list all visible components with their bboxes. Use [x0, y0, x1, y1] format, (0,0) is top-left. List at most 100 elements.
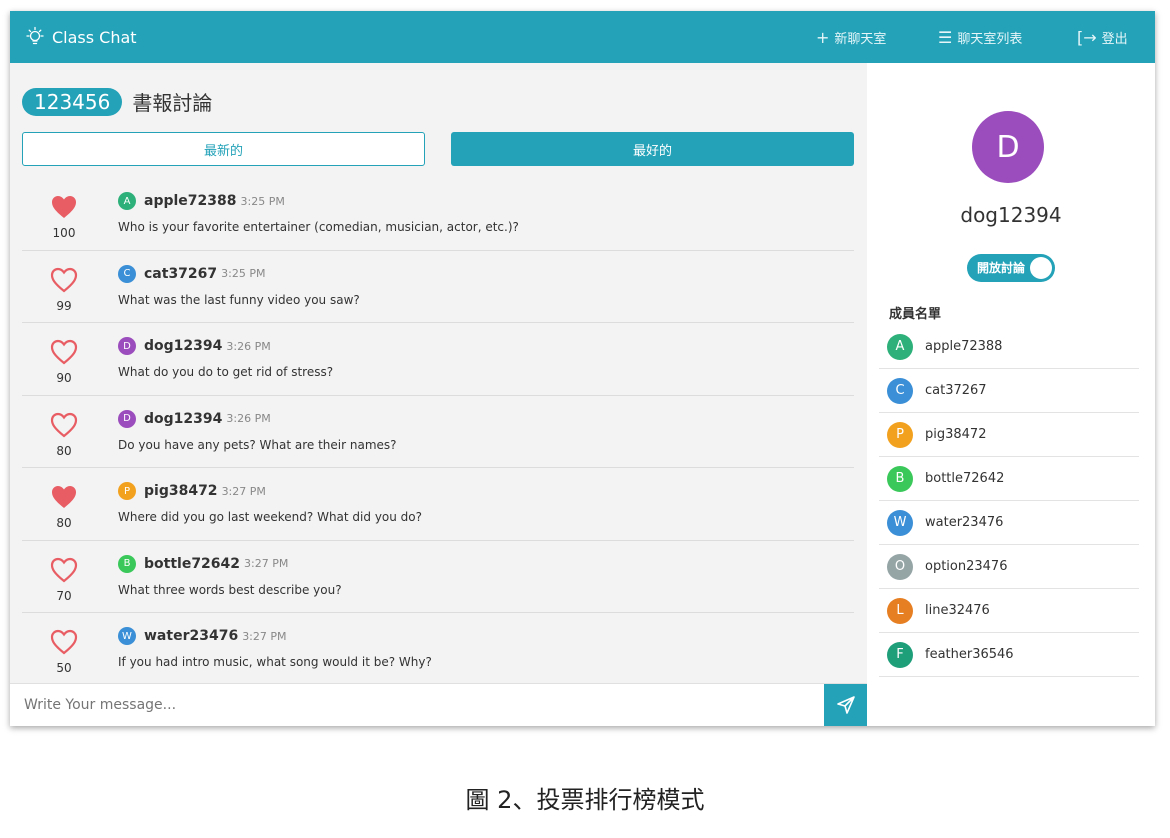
message-list: 100 Aapple72388 3:25 PM Who is your favorit…: [22, 178, 854, 686]
member-avatar: A: [887, 333, 913, 360]
user-avatar: W: [118, 627, 136, 645]
message-meta: Wwater23476 3:27 PM: [118, 627, 287, 645]
message-meta: Aapple72388 3:25 PM: [118, 192, 285, 210]
room-title: 書報討論: [132, 91, 213, 115]
member-avatar: B: [887, 465, 913, 492]
members-heading: 成員名單: [889, 307, 942, 322]
message-text: What was the last funny video you saw?: [118, 292, 360, 307]
brand-name: Class Chat: [52, 27, 137, 47]
heart-filled-icon[interactable]: [50, 194, 78, 220]
list-icon: ☰: [938, 27, 953, 47]
member-item[interactable]: Ccat37267: [879, 369, 1139, 413]
vote-count: 90: [56, 371, 72, 385]
navbar: Class Chat + 新聊天室 ☰ 聊天室列表 [→ 登出: [10, 11, 1155, 63]
user-avatar: D: [118, 337, 136, 355]
member-name: line32476: [925, 603, 990, 618]
heart-filled-icon[interactable]: [50, 484, 78, 510]
heart-outline-icon[interactable]: [50, 339, 78, 365]
app-window: Class Chat + 新聊天室 ☰ 聊天室列表 [→ 登出 123456 書…: [10, 11, 1155, 726]
message-username: pig38472: [144, 483, 218, 499]
send-button[interactable]: [824, 684, 867, 726]
member-item[interactable]: Ppig38472: [879, 413, 1139, 457]
user-avatar: C: [118, 264, 136, 283]
brand[interactable]: Class Chat: [24, 11, 137, 63]
message-text: What do you do to get rid of stress?: [118, 365, 334, 379]
heart-outline-icon[interactable]: [50, 267, 78, 293]
message-text: If you had intro music, what song would …: [118, 655, 432, 669]
message-row: 50 Wwater23476 3:27 PM If you had intro mus…: [22, 613, 854, 686]
message-username: bottle72642: [144, 555, 241, 572]
chat-panel: 123456 書報討論 最新的 最好的 100 Aapple72388 3:25 P…: [10, 63, 867, 726]
message-text: Who is your favorite entertainer (comedi…: [118, 220, 519, 234]
message-meta: Bbottle72642 3:27 PM: [118, 554, 289, 573]
message-username: dog12394: [144, 338, 223, 354]
member-name: feather36546: [925, 647, 1014, 662]
message-username: apple72388: [144, 193, 237, 209]
lightbulb-icon: [26, 26, 44, 45]
message-row: 70 Bbottle72642 3:27 PM What three words be…: [22, 541, 854, 613]
vote-count: 50: [56, 661, 72, 675]
member-name: option23476: [925, 559, 1008, 574]
message-meta: Ddog12394 3:26 PM: [118, 409, 271, 428]
message-time: 3:27 PM: [242, 629, 287, 643]
member-list: Aapple72388 Ccat37267 Ppig38472 Bbottle7264…: [879, 325, 1139, 677]
message-username: cat37267: [144, 265, 218, 282]
message-row: 80 Ddog12394 3:26 PM Do you have any pets? …: [22, 396, 854, 468]
vote-count: 80: [56, 516, 72, 530]
member-name: pig38472: [925, 427, 987, 442]
user-avatar: D: [118, 409, 136, 428]
tab-best[interactable]: 最好的: [451, 132, 854, 166]
member-item[interactable]: Aapple72388: [879, 325, 1139, 369]
member-item[interactable]: Ooption23476: [879, 545, 1139, 589]
message-row: 90 Ddog12394 3:26 PM What do you do to get …: [22, 323, 854, 396]
tab-latest[interactable]: 最新的: [22, 132, 425, 166]
message-meta: Ccat37267 3:25 PM: [118, 264, 266, 283]
room-header: 123456 書報討論: [22, 87, 212, 116]
member-name: bottle72642: [925, 471, 1005, 486]
logout-icon: [→: [1077, 27, 1097, 47]
member-avatar: C: [887, 377, 913, 404]
heart-outline-icon[interactable]: [50, 412, 78, 438]
send-icon: [836, 696, 855, 714]
message-time: 3:25 PM: [240, 194, 285, 208]
composer: [10, 683, 867, 726]
message-row: 99 Ccat37267 3:25 PM What was the last funn…: [22, 251, 854, 323]
message-time: 3:26 PM: [226, 339, 271, 353]
toggle-knob: [1030, 257, 1052, 279]
room-id-badge: 123456: [22, 87, 123, 116]
vote-count: 80: [56, 443, 72, 458]
message-row: 80 Ppig38472 3:27 PM Where did you go last …: [22, 468, 854, 541]
current-user-avatar: D: [972, 111, 1044, 183]
member-item[interactable]: Lline32476: [879, 589, 1139, 633]
vote-count: 99: [56, 298, 72, 313]
member-item[interactable]: Wwater23476: [879, 501, 1139, 545]
new-room-label: 新聊天室: [834, 31, 887, 47]
member-name: cat37267: [925, 383, 987, 398]
open-discussion-toggle[interactable]: 開放討論: [967, 254, 1055, 282]
message-username: dog12394: [144, 410, 223, 427]
vote-count: 100: [52, 226, 76, 240]
member-avatar: F: [887, 641, 913, 668]
heart-outline-icon[interactable]: [50, 557, 78, 583]
room-list-label: 聊天室列表: [957, 31, 1023, 47]
message-username: water23476: [144, 628, 239, 644]
message-text: What three words best describe you?: [118, 582, 342, 597]
plus-icon: +: [816, 27, 830, 47]
member-avatar: W: [887, 509, 913, 536]
member-item[interactable]: Bbottle72642: [879, 457, 1139, 501]
member-name: water23476: [925, 515, 1004, 530]
message-input[interactable]: [10, 684, 824, 726]
member-avatar: L: [887, 597, 913, 624]
message-meta: Ppig38472 3:27 PM: [118, 482, 266, 500]
message-time: 3:27 PM: [244, 557, 289, 570]
member-item[interactable]: Ffeather36546: [879, 633, 1139, 677]
message-time: 3:25 PM: [221, 267, 266, 280]
user-avatar: A: [118, 192, 136, 210]
room-list-link[interactable]: ☰ 聊天室列表: [938, 11, 1022, 63]
new-room-link[interactable]: + 新聊天室: [816, 11, 886, 63]
heart-outline-icon[interactable]: [50, 629, 78, 655]
member-name: apple72388: [925, 339, 1003, 354]
logout-link[interactable]: [→ 登出: [1077, 11, 1128, 63]
user-avatar: P: [118, 482, 136, 500]
user-avatar: B: [118, 554, 136, 573]
